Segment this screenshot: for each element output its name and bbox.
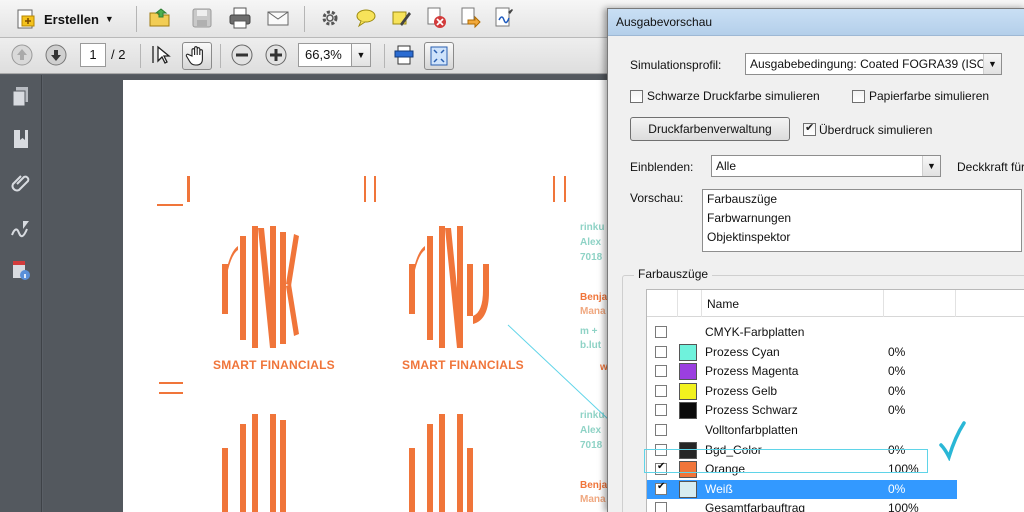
- separation-name: Prozess Magenta: [705, 364, 799, 379]
- separation-visibility-checkbox[interactable]: [655, 384, 667, 397]
- separation-row[interactable]: Gesamtfarbauftrag 100%: [647, 499, 1024, 512]
- separation-row[interactable]: Volltonfarbplatten: [647, 421, 1024, 441]
- separation-name: Weiß: [705, 481, 733, 496]
- color-swatch: [679, 343, 697, 361]
- separation-coverage: 100%: [888, 501, 919, 512]
- chevron-down-icon: ▼: [922, 156, 940, 176]
- column-divider: [701, 290, 702, 317]
- separation-row[interactable]: Prozess Gelb 0%: [647, 382, 1024, 402]
- output-preview-dialog: Ausgabevorschau Simulationsprofil: Ausga…: [607, 8, 1024, 512]
- separations-table: Name CMYK-Farbplatten Prozess Cyan 0% Proze…: [646, 289, 1024, 512]
- simulate-black-ink-checkbox[interactable]: [630, 90, 643, 103]
- preview-option-separations[interactable]: Farbauszüge: [703, 190, 1021, 209]
- separation-coverage: 0%: [888, 383, 906, 398]
- separation-coverage: 0%: [888, 403, 906, 418]
- color-swatch: [679, 382, 697, 400]
- show-value: Alle: [716, 159, 737, 173]
- separation-name: Prozess Schwarz: [705, 403, 798, 418]
- simulation-profile-label: Simulationsprofil:: [630, 58, 722, 72]
- chevron-down-icon: ▼: [983, 54, 1001, 74]
- separation-name: Gesamtfarbauftrag: [705, 501, 806, 512]
- ink-manager-button[interactable]: Druckfarbenverwaltung: [630, 117, 790, 141]
- separation-name: Volltonfarbplatten: [705, 423, 798, 437]
- simulate-paper-color-label: Papierfarbe simulieren: [869, 89, 990, 103]
- opacity-label: Deckkraft für: [957, 160, 1024, 174]
- separation-coverage: 0%: [888, 364, 906, 379]
- separation-visibility-checkbox[interactable]: [655, 326, 667, 338]
- separation-name: Prozess Gelb: [705, 383, 778, 398]
- separation-visibility-checkbox[interactable]: [655, 481, 667, 495]
- separation-visibility-checkbox[interactable]: [655, 502, 667, 512]
- preview-option-color-warnings[interactable]: Farbwarnungen: [703, 209, 1021, 228]
- column-divider: [677, 290, 678, 317]
- separation-row[interactable]: Weiß 0%: [647, 479, 957, 500]
- name-column-header[interactable]: Name: [707, 297, 739, 311]
- simulation-profile-value: Ausgabebedingung: Coated FOGRA39 (ISO: [750, 57, 987, 71]
- color-swatch: [679, 480, 697, 498]
- separation-visibility-checkbox[interactable]: [655, 424, 667, 436]
- annotation-highlight-box: [644, 449, 928, 473]
- separation-name: Prozess Cyan: [705, 344, 780, 359]
- preview-label: Vorschau:: [630, 191, 684, 205]
- simulate-overprint-checkbox[interactable]: [803, 121, 816, 136]
- separation-name: CMYK-Farbplatten: [705, 325, 805, 339]
- column-divider: [955, 290, 956, 317]
- column-divider: [883, 290, 884, 317]
- simulate-black-ink-label: Schwarze Druckfarbe simulieren: [647, 89, 820, 103]
- separations-group-label: Farbauszüge: [634, 267, 713, 281]
- separation-row[interactable]: Prozess Magenta 0%: [647, 362, 1024, 382]
- separation-row[interactable]: CMYK-Farbplatten: [647, 323, 1024, 343]
- preview-mode-list[interactable]: Farbauszüge Farbwarnungen Objektinspekto…: [702, 189, 1022, 252]
- color-swatch: [679, 402, 697, 420]
- separation-row[interactable]: Prozess Cyan 0%: [647, 343, 1024, 363]
- separation-coverage: 0%: [888, 481, 906, 496]
- table-header: Name: [647, 290, 1024, 317]
- simulation-profile-select[interactable]: Ausgabebedingung: Coated FOGRA39 (ISO ▼: [745, 53, 1002, 75]
- dialog-title: Ausgabevorschau: [608, 9, 1024, 36]
- simulate-paper-color-checkbox[interactable]: [852, 90, 865, 103]
- simulate-overprint-label: Überdruck simulieren: [819, 123, 933, 137]
- annotation-checkmark-icon: [939, 421, 966, 461]
- separation-visibility-checkbox[interactable]: [655, 365, 667, 378]
- preview-option-object-inspector[interactable]: Objektinspektor: [703, 228, 1021, 247]
- separation-row[interactable]: Prozess Schwarz 0%: [647, 401, 1024, 421]
- separation-visibility-checkbox[interactable]: [655, 404, 667, 417]
- separation-coverage: 0%: [888, 344, 906, 359]
- separation-visibility-checkbox[interactable]: [655, 345, 667, 358]
- color-swatch: [679, 363, 697, 381]
- show-select[interactable]: Alle ▼: [711, 155, 941, 177]
- show-label: Einblenden:: [630, 160, 694, 174]
